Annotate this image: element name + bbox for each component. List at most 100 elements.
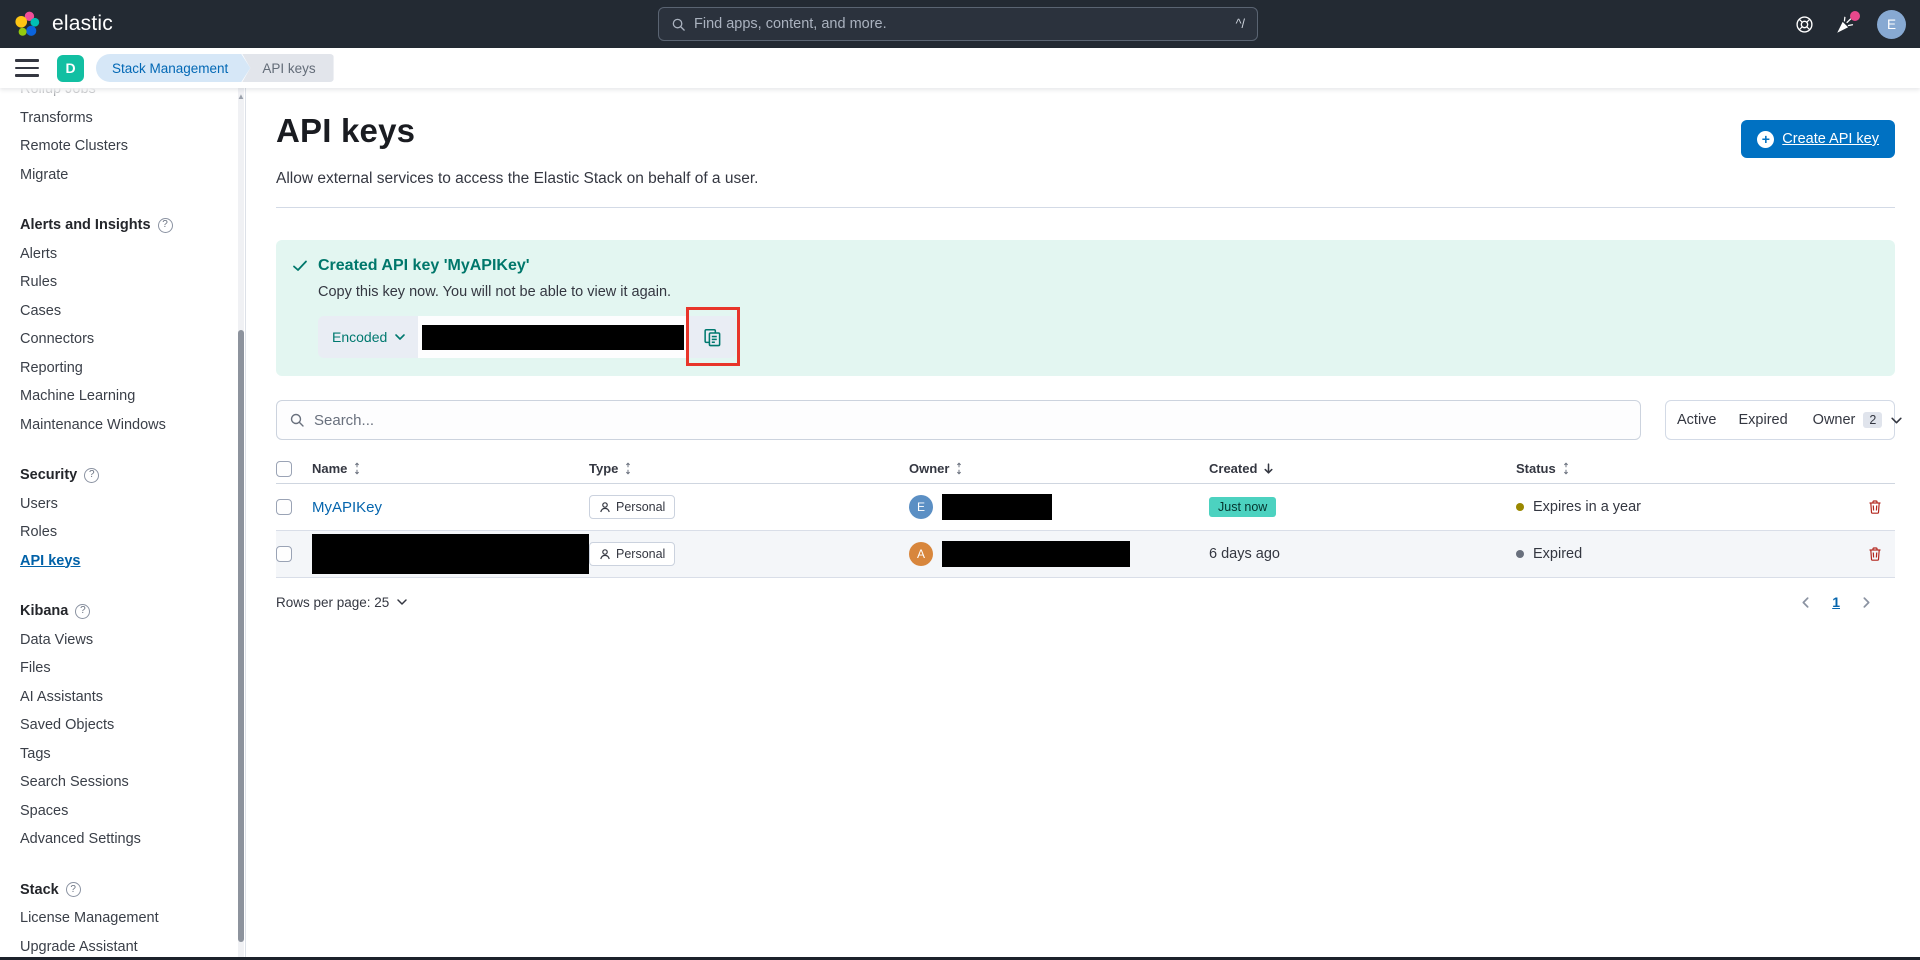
column-header-status[interactable]: Status bbox=[1516, 461, 1571, 476]
previous-page-icon[interactable] bbox=[1799, 596, 1812, 609]
sidebar-item-transforms[interactable]: Transforms bbox=[20, 104, 245, 133]
redacted-owner-name bbox=[942, 494, 1052, 520]
column-header-name[interactable]: Name bbox=[312, 461, 362, 476]
sidebar-item-tags[interactable]: Tags bbox=[20, 740, 245, 769]
sidebar-item-users[interactable]: Users bbox=[20, 490, 245, 519]
redacted-key-name bbox=[312, 534, 589, 574]
sidebar-item-saved-objects[interactable]: Saved Objects bbox=[20, 711, 245, 740]
sidebar-item-reporting[interactable]: Reporting bbox=[20, 354, 245, 383]
stack-management-sidebar: Rollup Jobs Transforms Remote Clusters M… bbox=[0, 88, 246, 957]
sidebar-item-machine-learning[interactable]: Machine Learning bbox=[20, 382, 245, 411]
copy-key-button[interactable] bbox=[688, 316, 736, 358]
sidebar-item-search-sessions[interactable]: Search Sessions bbox=[20, 768, 245, 797]
sort-desc-arrow-icon bbox=[1262, 462, 1275, 475]
sidebar-item-connectors[interactable]: Connectors bbox=[20, 325, 245, 354]
sidebar-item-rollup-jobs[interactable]: Rollup Jobs bbox=[20, 88, 245, 104]
row-checkbox[interactable] bbox=[276, 546, 292, 562]
scroll-up-arrow-icon[interactable]: ▲ bbox=[237, 92, 245, 101]
select-all-checkbox[interactable] bbox=[276, 461, 292, 477]
chevron-down-icon bbox=[396, 596, 408, 608]
top-header: elastic Find apps, content, and more. ^/… bbox=[0, 0, 1920, 48]
search-icon bbox=[671, 17, 686, 32]
page-title: API keys bbox=[276, 112, 415, 150]
sidebar-item-advanced-settings[interactable]: Advanced Settings bbox=[20, 825, 245, 854]
user-avatar[interactable]: E bbox=[1877, 10, 1906, 39]
sidebar-item-roles[interactable]: Roles bbox=[20, 518, 245, 547]
person-icon bbox=[599, 548, 611, 560]
page-subtitle: Allow external services to access the El… bbox=[276, 170, 1895, 188]
help-circle-icon[interactable]: ? bbox=[66, 882, 81, 897]
trash-icon bbox=[1867, 499, 1883, 515]
notification-dot bbox=[1850, 11, 1860, 21]
sidebar-item-ai-assistants[interactable]: AI Assistants bbox=[20, 683, 245, 712]
api-key-field-group: Encoded bbox=[318, 316, 736, 358]
person-icon bbox=[599, 501, 611, 513]
filter-active-button[interactable]: Active bbox=[1666, 412, 1728, 428]
sort-icon bbox=[954, 462, 964, 475]
sidebar-item-license-management[interactable]: License Management bbox=[20, 904, 245, 933]
api-key-value-field[interactable] bbox=[418, 316, 688, 358]
sidebar-item-data-views[interactable]: Data Views bbox=[20, 626, 245, 655]
sidebar-item-cases[interactable]: Cases bbox=[20, 297, 245, 326]
filter-owner-button[interactable]: Owner 2 bbox=[1803, 412, 1914, 428]
breadcrumb-bar: D Stack Management API keys bbox=[0, 48, 1920, 88]
callout-title: Created API key 'MyAPIKey' bbox=[318, 257, 530, 275]
header-divider bbox=[276, 207, 1895, 208]
filter-expired-button[interactable]: Expired bbox=[1728, 412, 1799, 428]
global-search-input[interactable]: Find apps, content, and more. ^/ bbox=[658, 7, 1258, 41]
delete-key-button[interactable] bbox=[1863, 495, 1887, 519]
sidebar-item-spaces[interactable]: Spaces bbox=[20, 797, 245, 826]
table-row: Personal A 6 days ago Expired bbox=[276, 531, 1895, 578]
check-icon bbox=[292, 258, 308, 274]
sidebar-item-migrate[interactable]: Migrate bbox=[20, 161, 245, 190]
column-header-created[interactable]: Created bbox=[1209, 461, 1275, 476]
help-circle-icon[interactable]: ? bbox=[75, 604, 90, 619]
brand-name: elastic bbox=[52, 12, 113, 36]
created-text: 6 days ago bbox=[1209, 546, 1280, 562]
sidebar-item-rules[interactable]: Rules bbox=[20, 268, 245, 297]
sidebar-item-alerts[interactable]: Alerts bbox=[20, 240, 245, 269]
table-row: MyAPIKey Personal E Just now E bbox=[276, 484, 1895, 531]
chevron-down-icon bbox=[394, 331, 406, 343]
sort-icon bbox=[1561, 462, 1571, 475]
column-header-type[interactable]: Type bbox=[589, 461, 633, 476]
help-icon[interactable] bbox=[1795, 15, 1814, 34]
breadcrumb: Stack Management API keys bbox=[96, 54, 334, 82]
created-key-callout: Created API key 'MyAPIKey' Copy this key… bbox=[276, 240, 1895, 376]
delete-key-button[interactable] bbox=[1863, 542, 1887, 566]
created-badge: Just now bbox=[1209, 497, 1276, 517]
status-text: Expires in a year bbox=[1533, 499, 1641, 515]
type-badge: Personal bbox=[589, 495, 675, 519]
sidebar-item-files[interactable]: Files bbox=[20, 654, 245, 683]
owner-avatar: E bbox=[909, 495, 933, 519]
column-header-owner[interactable]: Owner bbox=[909, 461, 964, 476]
trash-icon bbox=[1867, 546, 1883, 562]
sidebar-item-upgrade-assistant[interactable]: Upgrade Assistant bbox=[20, 933, 245, 958]
help-circle-icon[interactable]: ? bbox=[158, 218, 173, 233]
type-badge: Personal bbox=[589, 542, 675, 566]
news-feed-icon[interactable] bbox=[1836, 15, 1855, 34]
next-page-icon[interactable] bbox=[1860, 596, 1873, 609]
row-checkbox[interactable] bbox=[276, 499, 292, 515]
sidebar-item-remote-clusters[interactable]: Remote Clusters bbox=[20, 132, 245, 161]
rows-per-page-select[interactable]: Rows per page: 25 bbox=[276, 595, 408, 610]
api-keys-page: API keys + Create API key Allow external… bbox=[246, 88, 1920, 957]
owner-count-badge: 2 bbox=[1863, 412, 1882, 428]
sidebar-item-api-keys[interactable]: API keys bbox=[20, 547, 245, 576]
encoded-format-select[interactable]: Encoded bbox=[318, 316, 418, 358]
search-icon bbox=[289, 412, 305, 428]
create-api-key-button[interactable]: + Create API key bbox=[1741, 120, 1895, 158]
sidebar-scrollbar-thumb[interactable] bbox=[238, 330, 244, 942]
table-search-placeholder: Search... bbox=[314, 412, 374, 429]
pagination: 1 bbox=[1799, 594, 1895, 610]
elastic-logo[interactable]: elastic bbox=[0, 10, 200, 39]
redacted-owner-name bbox=[942, 541, 1130, 567]
api-key-name-link[interactable]: MyAPIKey bbox=[312, 499, 382, 516]
page-number-1[interactable]: 1 bbox=[1832, 594, 1840, 610]
help-circle-icon[interactable]: ? bbox=[84, 468, 99, 483]
space-badge[interactable]: D bbox=[57, 55, 84, 82]
breadcrumb-stack-management[interactable]: Stack Management bbox=[96, 54, 250, 82]
table-search-input[interactable]: Search... bbox=[276, 400, 1641, 440]
menu-icon[interactable] bbox=[15, 59, 39, 77]
sidebar-item-maintenance-windows[interactable]: Maintenance Windows bbox=[20, 411, 245, 440]
